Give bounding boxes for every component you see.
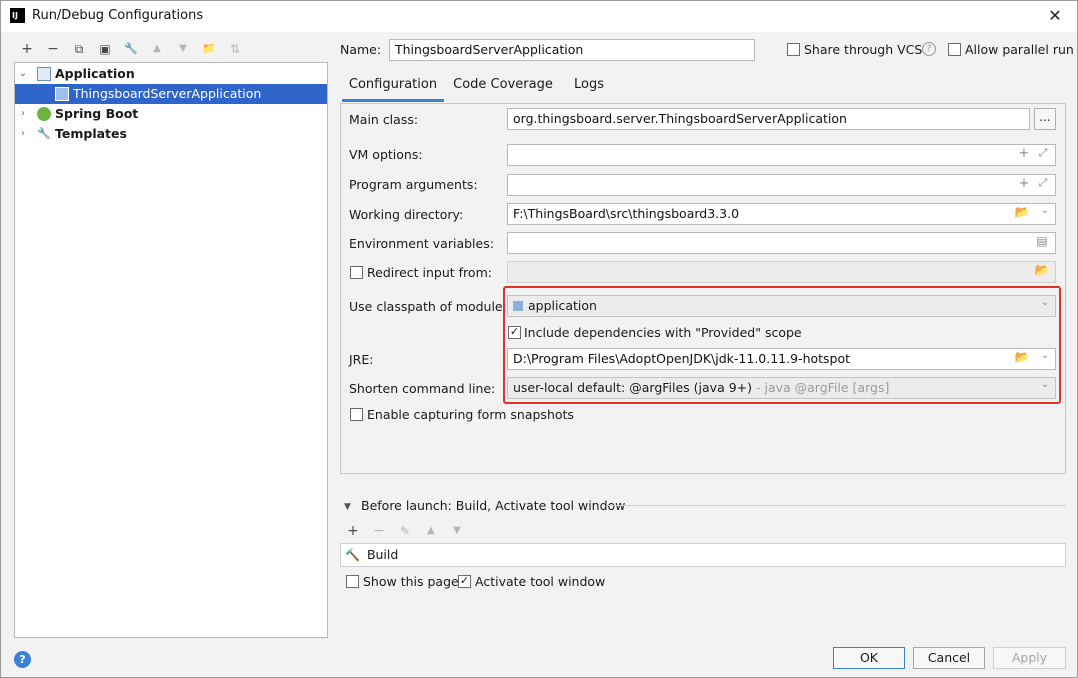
chevron-right-icon[interactable]: › (17, 124, 29, 144)
browse-main-class-button[interactable]: ... (1034, 108, 1056, 130)
program-arguments-input[interactable] (507, 174, 1056, 196)
document-icon[interactable]: ▤ (1035, 234, 1049, 248)
apply-button[interactable]: Apply (993, 647, 1066, 669)
vm-options-input[interactable] (507, 144, 1056, 166)
enable-snapshots-label: Enable capturing form snapshots (367, 407, 574, 422)
redirect-input-field (507, 261, 1056, 283)
enable-snapshots-checkbox[interactable] (350, 408, 363, 421)
tree-item-label: Templates (55, 126, 127, 141)
save-icon[interactable]: ▣ (95, 39, 115, 59)
expand-icon[interactable]: ⤢ (1036, 176, 1050, 190)
environment-variables-label: Environment variables: (349, 236, 494, 251)
application-config-icon (55, 87, 69, 101)
remove-icon[interactable]: − (43, 39, 63, 59)
add-icon[interactable]: + (1017, 146, 1031, 161)
tree-item-label: ThingsboardServerApplication (73, 86, 262, 101)
tree-item-application[interactable]: ⌄ Application (15, 64, 327, 84)
environment-variables-input[interactable] (507, 232, 1056, 254)
classpath-module-label: Use classpath of module: (349, 299, 507, 314)
tab-configuration[interactable]: Configuration (342, 72, 444, 102)
folder-icon[interactable]: 📂 (1013, 205, 1031, 219)
list-item-label: Build (366, 547, 399, 562)
help-icon[interactable]: ? (922, 42, 936, 56)
program-arguments-label: Program arguments: (349, 177, 478, 192)
highlight-box (503, 286, 1061, 404)
before-launch-divider (607, 505, 1066, 506)
vm-options-label: VM options: (349, 147, 423, 162)
help-button[interactable]: ? (14, 651, 31, 668)
chevron-right-icon[interactable]: › (17, 104, 29, 124)
tree-item-label: Spring Boot (55, 106, 139, 121)
name-input[interactable]: ThingsboardServerApplication (389, 39, 755, 61)
remove-icon[interactable]: − (369, 521, 389, 541)
allow-parallel-label: Allow parallel run (965, 42, 1074, 57)
move-up-icon[interactable]: ▲ (421, 521, 441, 541)
redirect-input-checkbox[interactable] (350, 266, 363, 279)
before-launch-list: 🔨 Build (340, 543, 1066, 567)
folder-add-icon[interactable]: 📁 (199, 39, 219, 59)
list-item[interactable]: 🔨 Build (343, 545, 1063, 565)
tree-item-templates[interactable]: › 🔧 Templates (15, 124, 327, 144)
configurations-tree: ⌄ Application ThingsboardServerApplicati… (14, 62, 328, 638)
move-down-icon[interactable]: ▼ (173, 39, 193, 59)
add-icon[interactable]: + (17, 39, 37, 59)
window-title: Run/Debug Configurations (32, 8, 204, 23)
application-icon (37, 67, 51, 81)
redirect-input-label: Redirect input from: (367, 265, 492, 280)
name-label: Name: (340, 42, 382, 57)
hammer-icon: 🔨 (345, 548, 360, 562)
close-window-button[interactable]: ✕ (1043, 4, 1067, 28)
wrench-icon[interactable]: 🔧 (121, 39, 141, 59)
shorten-command-line-label: Shorten command line: (349, 381, 496, 396)
activate-tool-window-label: Activate tool window (475, 574, 606, 589)
show-this-page-label: Show this page (363, 574, 459, 589)
allow-parallel-checkbox[interactable] (948, 43, 961, 56)
chevron-down-icon[interactable]: ⌄ (1039, 205, 1051, 216)
ok-button[interactable]: OK (833, 647, 905, 669)
main-class-input[interactable]: org.thingsboard.server.ThingsboardServer… (507, 108, 1030, 130)
run-debug-dialog: IJ Run/Debug Configurations ✕ + − ⧉ ▣ 🔧 … (0, 0, 1078, 678)
share-vcs-label: Share through VCS (804, 42, 923, 57)
jre-label: JRE: (349, 352, 374, 367)
working-directory-input[interactable]: F:\ThingsBoard\src\thingsboard3.3.0 (507, 203, 1056, 225)
tab-code-coverage[interactable]: Code Coverage (450, 72, 556, 102)
main-class-label: Main class: (349, 112, 419, 127)
before-launch-header: Before launch: Build, Activate tool wind… (361, 498, 626, 513)
activate-tool-window-checkbox[interactable]: ✓ (458, 575, 471, 588)
share-vcs-checkbox[interactable] (787, 43, 800, 56)
tree-item-thingsboard-server-application[interactable]: ThingsboardServerApplication (15, 84, 327, 104)
wrench-icon: 🔧 (37, 127, 51, 140)
tab-logs[interactable]: Logs (565, 72, 613, 102)
expand-icon[interactable]: ⤢ (1036, 146, 1050, 160)
intellij-app-icon: IJ (10, 8, 25, 23)
tree-item-label: Application (55, 66, 135, 81)
collapse-triangle-icon[interactable]: ▼ (344, 502, 351, 512)
move-up-icon[interactable]: ▲ (147, 39, 167, 59)
edit-icon[interactable]: ✎ (395, 521, 415, 541)
cancel-button[interactable]: Cancel (913, 647, 985, 669)
working-directory-label: Working directory: (349, 207, 464, 222)
add-icon[interactable]: + (1017, 176, 1031, 191)
add-icon[interactable]: + (343, 521, 363, 541)
show-this-page-checkbox[interactable] (346, 575, 359, 588)
chevron-down-icon[interactable]: ⌄ (17, 64, 29, 84)
move-down-icon[interactable]: ▼ (447, 521, 467, 541)
sort-icon[interactable]: ⇅ (225, 39, 245, 59)
tree-item-spring-boot[interactable]: › Spring Boot (15, 104, 327, 124)
copy-icon[interactable]: ⧉ (69, 39, 89, 59)
folder-icon: 📂 (1034, 263, 1050, 277)
spring-boot-icon (37, 107, 51, 121)
